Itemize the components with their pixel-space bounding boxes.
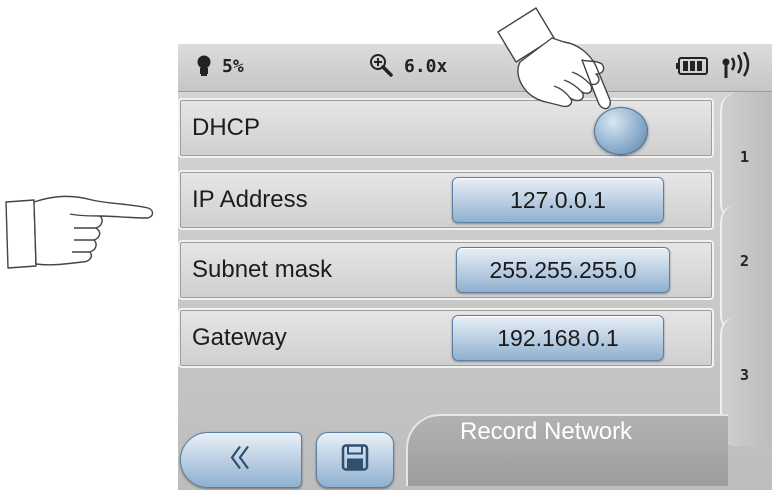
screen-title: Record Network bbox=[460, 418, 633, 445]
floppy-disk-icon bbox=[340, 443, 370, 478]
back-button[interactable] bbox=[180, 432, 302, 488]
battery-icon bbox=[676, 56, 710, 81]
double-chevron-left-icon bbox=[226, 443, 256, 478]
gateway-field[interactable]: 192.168.0.1 bbox=[452, 315, 664, 361]
tab-2[interactable]: 2 bbox=[720, 204, 772, 334]
row-dhcp: DHCP bbox=[178, 98, 714, 158]
tab-2-label: 2 bbox=[740, 252, 750, 270]
dhcp-label: DHCP bbox=[192, 114, 261, 141]
bulb-icon bbox=[196, 54, 212, 83]
tab-1-label: 1 bbox=[740, 148, 750, 166]
ip-address-label: IP Address bbox=[192, 186, 308, 213]
signal-icon bbox=[720, 51, 756, 85]
row-subnet-mask: Subnet mask 255.255.255.0 bbox=[178, 240, 714, 300]
tab-1[interactable]: 1 bbox=[720, 92, 772, 222]
brightness-value: 5% bbox=[222, 56, 244, 77]
subnet-mask-field[interactable]: 255.255.255.0 bbox=[456, 247, 670, 293]
row-ip-address: IP Address 127.0.0.1 bbox=[178, 170, 714, 230]
row-gateway: Gateway 192.168.0.1 bbox=[178, 308, 714, 368]
ip-address-field[interactable]: 127.0.0.1 bbox=[452, 177, 664, 223]
bottom-bar: Record Network bbox=[178, 414, 772, 490]
tab-3-label: 3 bbox=[740, 366, 750, 384]
subnet-mask-label: Subnet mask bbox=[192, 256, 333, 283]
pointing-hand-tap-illustration bbox=[490, 4, 620, 139]
status-bar: 5% 6.0x bbox=[178, 44, 772, 92]
device-screen: 5% 6.0x DHCP IP Address 127.0.0.1 Subnet… bbox=[178, 44, 772, 490]
zoom-value: 6.0x bbox=[404, 56, 448, 77]
zoom-in-icon bbox=[368, 52, 394, 83]
pointing-hand-left-illustration bbox=[0, 190, 160, 285]
gateway-label: Gateway bbox=[192, 324, 287, 351]
save-button[interactable] bbox=[316, 432, 394, 488]
